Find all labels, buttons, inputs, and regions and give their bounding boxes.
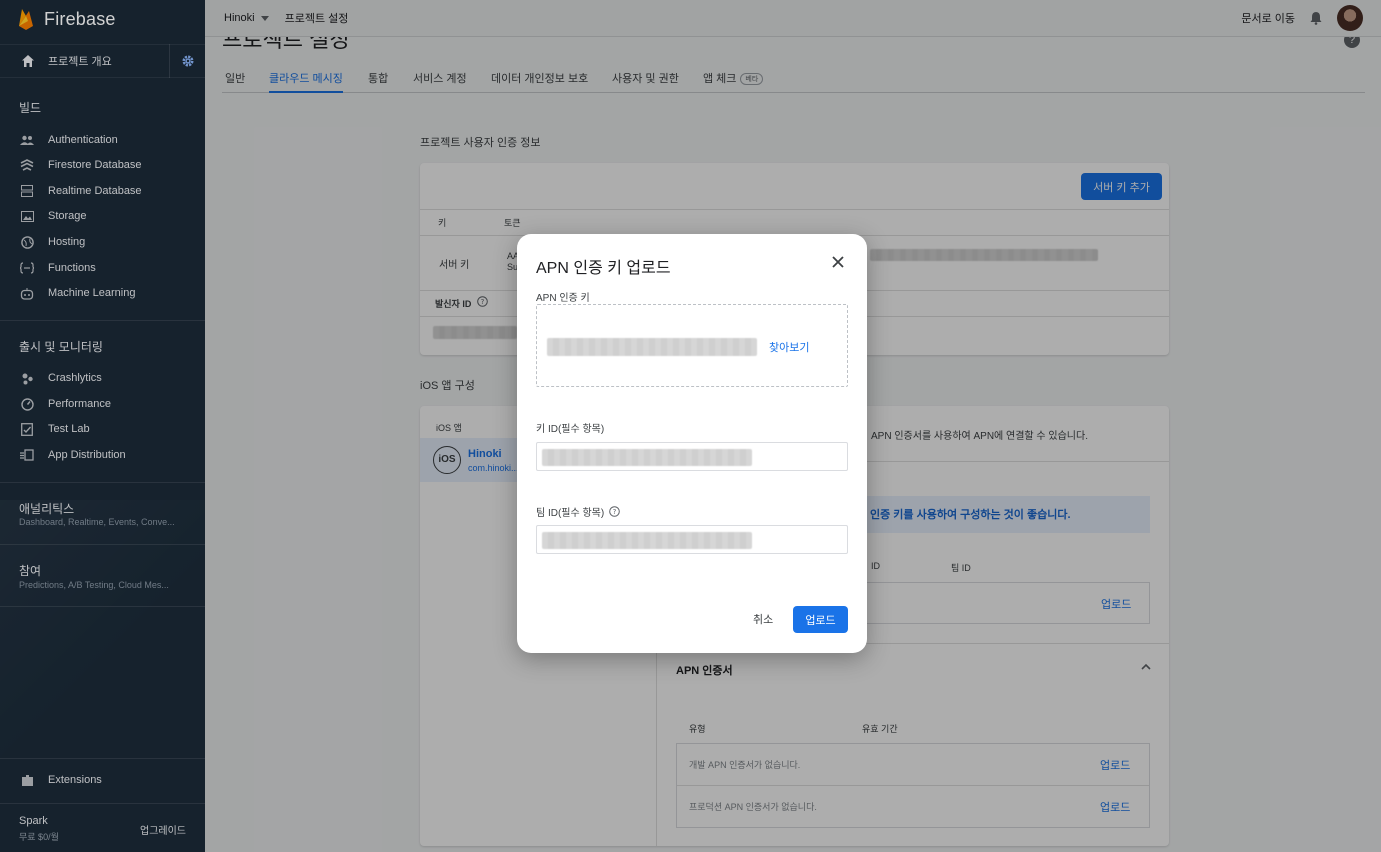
sidebar-scrim	[0, 0, 205, 852]
key-id-field[interactable]	[536, 442, 848, 471]
upload-button[interactable]: 업로드	[793, 606, 848, 633]
svg-text:?: ?	[613, 508, 617, 516]
dialog-title: APN 인증 키 업로드	[536, 260, 671, 277]
browse-button[interactable]: 찾아보기	[769, 339, 809, 355]
apn-key-dropzone[interactable]: 찾아보기	[536, 304, 848, 387]
team-id-field[interactable]	[536, 525, 848, 554]
apn-key-label: APN 인증 키	[536, 293, 590, 304]
key-id-label: 키 ID(필수 항목)	[536, 424, 605, 435]
team-id-redacted	[542, 532, 752, 549]
cancel-button[interactable]: 취소	[753, 611, 773, 627]
close-icon[interactable]	[830, 254, 846, 270]
help-circle-icon[interactable]: ?	[609, 506, 621, 517]
apn-upload-dialog: APN 인증 키 업로드 APN 인증 키 찾아보기 키 ID(필수 항목) 팀…	[517, 234, 867, 653]
team-id-label-row: 팀 ID(필수 항목) ?	[536, 504, 621, 519]
team-id-label: 팀 ID(필수 항목)	[536, 508, 605, 519]
file-name-redacted	[547, 338, 757, 356]
key-id-redacted	[542, 449, 752, 466]
